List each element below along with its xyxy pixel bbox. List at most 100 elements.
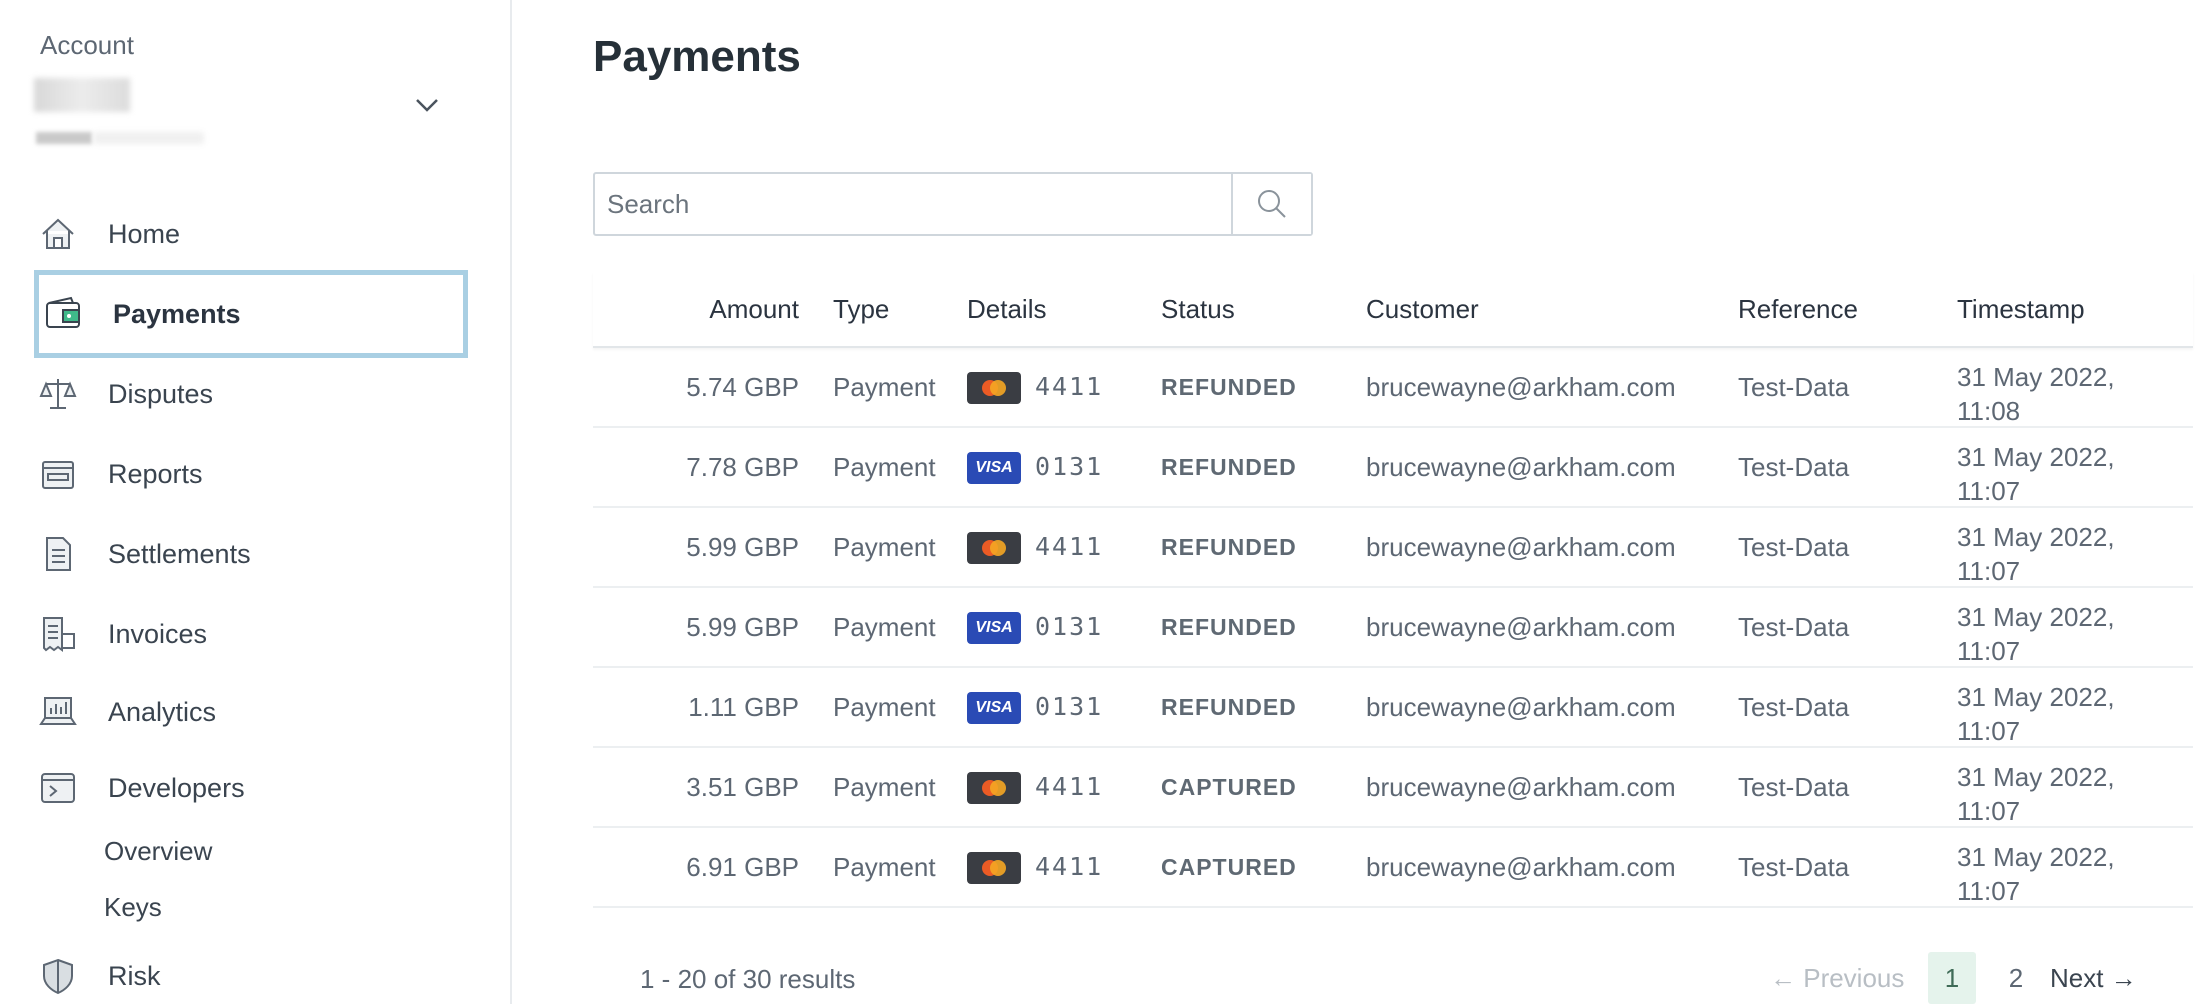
reference-cell: Test-Data: [1738, 612, 1850, 642]
type-cell: Payment: [833, 372, 936, 402]
sidebar-item-reports[interactable]: Reports: [34, 430, 468, 518]
page-title: Payments: [593, 32, 801, 81]
customer-cell: brucewayne@arkham.com: [1366, 532, 1676, 562]
chevron-down-icon[interactable]: [414, 92, 440, 118]
timestamp-time: 11:07: [1957, 636, 2021, 666]
type-cell: Payment: [833, 452, 936, 482]
sidebar-item-settlements[interactable]: Settlements: [34, 510, 468, 598]
mastercard-card-icon: [967, 772, 1021, 804]
sidebar-item-payments[interactable]: Payments: [34, 270, 468, 358]
sidebar-item-label: Disputes: [108, 378, 214, 409]
column-header-timestamp[interactable]: Timestamp: [1957, 294, 2085, 325]
timestamp-cell: 31 May 2022, 11:07: [1957, 440, 2115, 508]
type-cell: Payment: [833, 612, 936, 642]
sidebar-item-analytics[interactable]: Analytics: [34, 668, 468, 756]
sidebar-item-label: Settlements: [108, 538, 251, 569]
table-header: Amount Type Details Status Customer Refe…: [593, 272, 2193, 348]
account-name-redacted: [34, 78, 130, 112]
card-last4: 4411: [1035, 772, 1104, 801]
previous-page-button[interactable]: ← Previous: [1770, 952, 1904, 1004]
account-selector[interactable]: [34, 78, 454, 150]
terminal-icon: [41, 773, 75, 803]
sidebar: Account Home Payments Disputes Reports S…: [0, 0, 512, 1004]
account-label: Account: [40, 30, 134, 60]
search-input[interactable]: [595, 174, 1231, 234]
sidebar-item-developers[interactable]: Developers: [34, 744, 468, 832]
home-icon: [42, 218, 74, 249]
table-row[interactable]: 5.99 GBP Payment VISA 0131 REFUNDED bruc…: [593, 588, 2193, 668]
timestamp-cell: 31 May 2022, 11:07: [1957, 600, 2115, 668]
inbox-icon: [42, 461, 74, 489]
status-badge: CAPTURED: [1161, 774, 1297, 800]
column-header-amount[interactable]: Amount: [709, 294, 799, 325]
customer-cell: brucewayne@arkham.com: [1366, 612, 1676, 642]
table-row[interactable]: 5.74 GBP Payment 4411 REFUNDED brucewayn…: [593, 348, 2193, 428]
timestamp-date: 31 May 2022,: [1957, 602, 2115, 632]
timestamp-date: 31 May 2022,: [1957, 682, 2115, 712]
timestamp-date: 31 May 2022,: [1957, 842, 2115, 872]
timestamp-time: 11:07: [1957, 476, 2021, 506]
sidebar-item-label: Payments: [113, 298, 241, 329]
next-page-button[interactable]: Next →: [2050, 952, 2137, 1004]
status-badge: CAPTURED: [1161, 854, 1297, 880]
amount-cell: 5.74 GBP: [686, 372, 799, 402]
page-2-button[interactable]: 2: [1996, 952, 2036, 1004]
sidebar-item-invoices[interactable]: Invoices: [34, 590, 468, 678]
payments-table: Amount Type Details Status Customer Refe…: [593, 272, 2193, 908]
amount-cell: 6.91 GBP: [686, 852, 799, 882]
visa-label: VISA: [975, 619, 1013, 636]
timestamp-time: 11:08: [1957, 396, 2021, 426]
table-row[interactable]: 5.99 GBP Payment 4411 REFUNDED brucewayn…: [593, 508, 2193, 588]
sidebar-item-home[interactable]: Home: [34, 190, 468, 278]
card-last4: 0131: [1035, 612, 1104, 641]
column-header-type[interactable]: Type: [833, 294, 889, 325]
reference-cell: Test-Data: [1738, 372, 1850, 402]
type-cell: Payment: [833, 852, 936, 882]
card-last4: 4411: [1035, 532, 1104, 561]
status-badge: REFUNDED: [1161, 614, 1297, 640]
sidebar-subitem-keys[interactable]: Keys: [104, 892, 162, 923]
timestamp-cell: 31 May 2022, 11:07: [1957, 680, 2115, 748]
timestamp-time: 11:07: [1957, 796, 2021, 826]
table-row[interactable]: 7.78 GBP Payment VISA 0131 REFUNDED bruc…: [593, 428, 2193, 508]
timestamp-cell: 31 May 2022, 11:07: [1957, 760, 2115, 828]
column-header-status[interactable]: Status: [1161, 294, 1235, 325]
timestamp-time: 11:07: [1957, 556, 2021, 586]
timestamp-date: 31 May 2022,: [1957, 762, 2115, 792]
sidebar-item-risk[interactable]: Risk: [34, 932, 468, 1004]
column-header-reference[interactable]: Reference: [1738, 294, 1858, 325]
column-header-customer[interactable]: Customer: [1366, 294, 1479, 325]
timestamp-date: 31 May 2022,: [1957, 362, 2115, 392]
customer-cell: brucewayne@arkham.com: [1366, 452, 1676, 482]
timestamp-cell: 31 May 2022, 11:08: [1957, 360, 2115, 428]
account-id-redacted: [36, 132, 92, 144]
amount-cell: 7.78 GBP: [686, 452, 799, 482]
status-badge: REFUNDED: [1161, 694, 1297, 720]
column-header-details[interactable]: Details: [967, 294, 1046, 325]
mastercard-logo: [982, 780, 1006, 796]
page-1-button[interactable]: 1: [1928, 952, 1976, 1004]
visa-label: VISA: [975, 459, 1013, 476]
card-last4: 0131: [1035, 452, 1104, 481]
sidebar-item-disputes[interactable]: Disputes: [34, 350, 468, 438]
amount-cell: 5.99 GBP: [686, 612, 799, 642]
visa-card-icon: VISA: [967, 452, 1021, 484]
amount-cell: 5.99 GBP: [686, 532, 799, 562]
search-icon: [1258, 190, 1286, 218]
reference-cell: Test-Data: [1738, 452, 1850, 482]
reference-cell: Test-Data: [1738, 852, 1850, 882]
table-body: 5.74 GBP Payment 4411 REFUNDED brucewayn…: [593, 348, 2193, 908]
sidebar-item-label: Risk: [108, 960, 161, 991]
mastercard-card-icon: [967, 532, 1021, 564]
scales-icon: [39, 379, 77, 409]
search-button[interactable]: [1231, 174, 1311, 234]
mastercard-logo: [982, 860, 1006, 876]
table-row[interactable]: 1.11 GBP Payment VISA 0131 REFUNDED bruc…: [593, 668, 2193, 748]
sidebar-item-label: Home: [108, 218, 181, 249]
results-count: 1 - 20 of 30 results: [640, 964, 856, 994]
customer-cell: brucewayne@arkham.com: [1366, 372, 1676, 402]
status-badge: REFUNDED: [1161, 454, 1297, 480]
sidebar-subitem-overview[interactable]: Overview: [104, 836, 212, 867]
table-row[interactable]: 3.51 GBP Payment 4411 CAPTURED brucewayn…: [593, 748, 2193, 828]
table-row[interactable]: 6.91 GBP Payment 4411 CAPTURED brucewayn…: [593, 828, 2193, 908]
